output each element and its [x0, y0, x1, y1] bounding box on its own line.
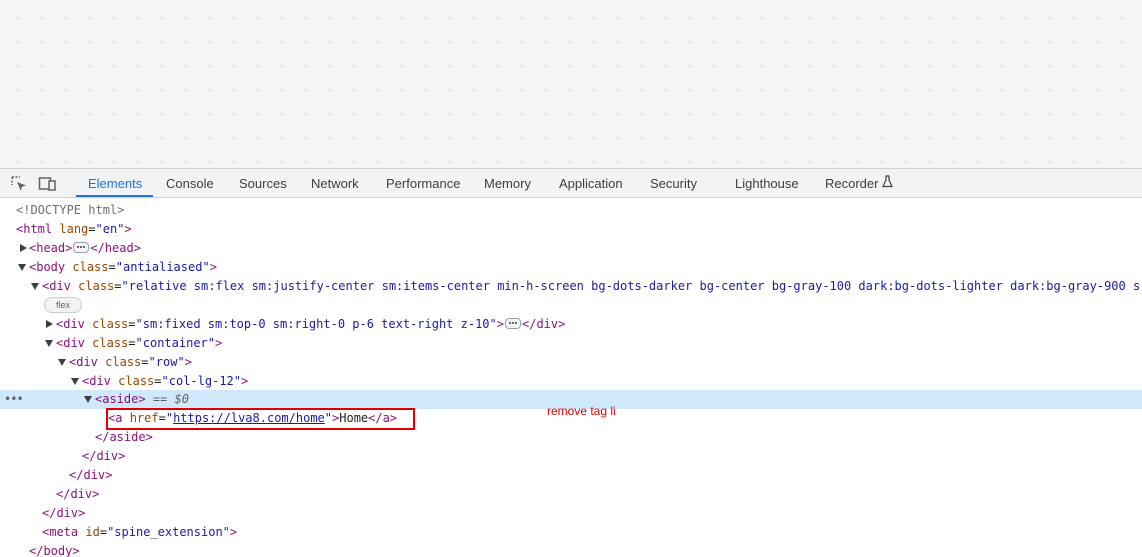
tag-name: div — [89, 374, 111, 388]
page-viewport — [0, 0, 1142, 168]
tree-line-div-close[interactable]: </div> — [0, 485, 1142, 504]
tree-line-meta[interactable]: <meta id="spine_extension"> — [0, 523, 1142, 542]
head-close: </head> — [90, 241, 141, 255]
tree-line-div-col[interactable]: <div class="col-lg-12"> — [0, 372, 1142, 391]
div-col-tag: <div class="col-lg-12"> — [82, 374, 249, 388]
div-container-tag: <div class="container"> — [56, 336, 223, 350]
flex-badge[interactable]: flex — [44, 297, 82, 313]
tag-name: body — [36, 260, 66, 274]
tree-line-head[interactable]: <head> </head> — [0, 239, 1142, 258]
tree-line-div-close[interactable]: </div> — [0, 447, 1142, 466]
collapse-triangle-icon[interactable] — [84, 396, 92, 403]
attr-name: class — [118, 374, 155, 388]
tree-line-aside-close[interactable]: </aside> — [0, 428, 1142, 447]
inspect-element-icon[interactable] — [10, 175, 28, 193]
tag-name: div — [63, 336, 85, 350]
tree-line-div-fixed[interactable]: <div class="sm:fixed sm:top-0 sm:right-0… — [0, 315, 1142, 334]
div-close-tag: </div> — [56, 487, 100, 501]
tab-console[interactable]: Console — [166, 169, 214, 198]
div-main-open-tag: <div class="relative sm:flex sm:justify-… — [42, 279, 1141, 293]
tab-recorder[interactable]: Recorder — [825, 169, 894, 198]
tree-line-body[interactable]: <body class="antialiased"> — [0, 258, 1142, 277]
head-open: <head> — [29, 241, 73, 255]
attr-value: en — [102, 222, 118, 236]
attr-value: container — [142, 336, 208, 350]
collapse-triangle-icon[interactable] — [45, 340, 53, 347]
html-open-tag: <html lang="en"> — [16, 222, 132, 236]
meta-tag: <meta id="spine_extension"> — [42, 525, 238, 539]
tab-memory[interactable]: Memory — [484, 169, 531, 198]
attr-value: col-lg-12 — [168, 374, 234, 388]
div-row-tag: <div class="row"> — [69, 355, 192, 369]
tab-elements[interactable]: Elements — [88, 169, 142, 198]
more-options-icon[interactable]: ••• — [4, 390, 24, 409]
attr-name: class — [72, 260, 109, 274]
close-tag: </div> — [522, 317, 566, 331]
collapse-triangle-icon[interactable] — [18, 264, 26, 271]
tag-name: div — [63, 317, 85, 331]
selected-marker: == $0 — [152, 392, 189, 406]
tag-name: meta — [49, 525, 79, 539]
tab-recorder-label: Recorder — [825, 176, 879, 191]
tree-line-div-row[interactable]: <div class="row"> — [0, 353, 1142, 372]
div-close-tag: </div> — [82, 449, 126, 463]
flask-icon — [882, 169, 894, 198]
tag-name: div — [76, 355, 98, 369]
attr-name: lang — [59, 222, 89, 236]
tree-line-div-close[interactable]: </div> — [0, 466, 1142, 485]
tag-name: html — [23, 222, 53, 236]
expand-triangle-icon[interactable] — [20, 244, 27, 252]
aside-open-tag: <aside> == $0 — [95, 390, 189, 409]
elements-tree: <!DOCTYPE html> <html lang="en"> <head> <… — [0, 198, 1142, 557]
tab-application[interactable]: Application — [559, 169, 623, 198]
body-open-tag: <body class="antialiased"> — [29, 260, 217, 274]
tree-line-div-main[interactable]: <div class="relative sm:flex sm:justify-… — [0, 277, 1142, 296]
collapse-triangle-icon[interactable] — [31, 283, 39, 290]
tab-performance[interactable]: Performance — [386, 169, 460, 198]
active-tab-indicator — [76, 195, 153, 197]
aside-close-tag: </aside> — [95, 430, 153, 444]
tab-sources[interactable]: Sources — [239, 169, 287, 198]
div-close-tag: </div> — [69, 468, 113, 482]
ellipsis-icon[interactable] — [505, 318, 521, 329]
attr-name: class — [92, 336, 129, 350]
tag-name: div — [49, 279, 71, 293]
attr-value: row — [155, 355, 178, 369]
annotation-note: remove tag li — [547, 404, 616, 418]
attr-name: id — [85, 525, 100, 539]
ellipsis-icon[interactable] — [73, 242, 90, 253]
attr-value: relative sm:flex sm:justify-center sm:it… — [128, 279, 1141, 293]
attr-value: spine_extension — [114, 525, 223, 539]
tree-line-div-close[interactable]: </div> — [0, 504, 1142, 523]
annotation-highlight-box — [106, 408, 415, 430]
attr-name: class — [92, 317, 129, 331]
body-close-tag: </body> — [29, 544, 80, 557]
tree-line-html[interactable]: <html lang="en"> — [0, 220, 1142, 239]
tab-security[interactable]: Security — [650, 169, 697, 198]
div-fixed-tag: <div class="sm:fixed sm:top-0 sm:right-0… — [56, 317, 566, 331]
attr-value: antialiased — [122, 260, 203, 274]
attr-value: sm:fixed sm:top-0 sm:right-0 p-6 text-ri… — [142, 317, 490, 331]
attr-name: class — [78, 279, 115, 293]
tree-line-doctype[interactable]: <!DOCTYPE html> — [0, 201, 1142, 220]
attr-name: class — [105, 355, 142, 369]
device-toolbar-icon[interactable] — [38, 175, 56, 193]
doctype-text: <!DOCTYPE html> — [16, 203, 125, 217]
tree-line-div-container[interactable]: <div class="container"> — [0, 334, 1142, 353]
tab-network[interactable]: Network — [311, 169, 359, 198]
tree-line-body-close[interactable]: </body> — [0, 542, 1142, 557]
devtools-toolbar: Elements Console Sources Network Perform… — [0, 168, 1142, 198]
expand-triangle-icon[interactable] — [46, 320, 53, 328]
collapse-triangle-icon[interactable] — [71, 378, 79, 385]
collapse-triangle-icon[interactable] — [58, 359, 66, 366]
head-tag: <head> </head> — [29, 239, 141, 258]
tab-lighthouse[interactable]: Lighthouse — [735, 169, 799, 198]
div-close-tag: </div> — [42, 506, 86, 520]
aside-open: <aside> — [95, 392, 146, 406]
